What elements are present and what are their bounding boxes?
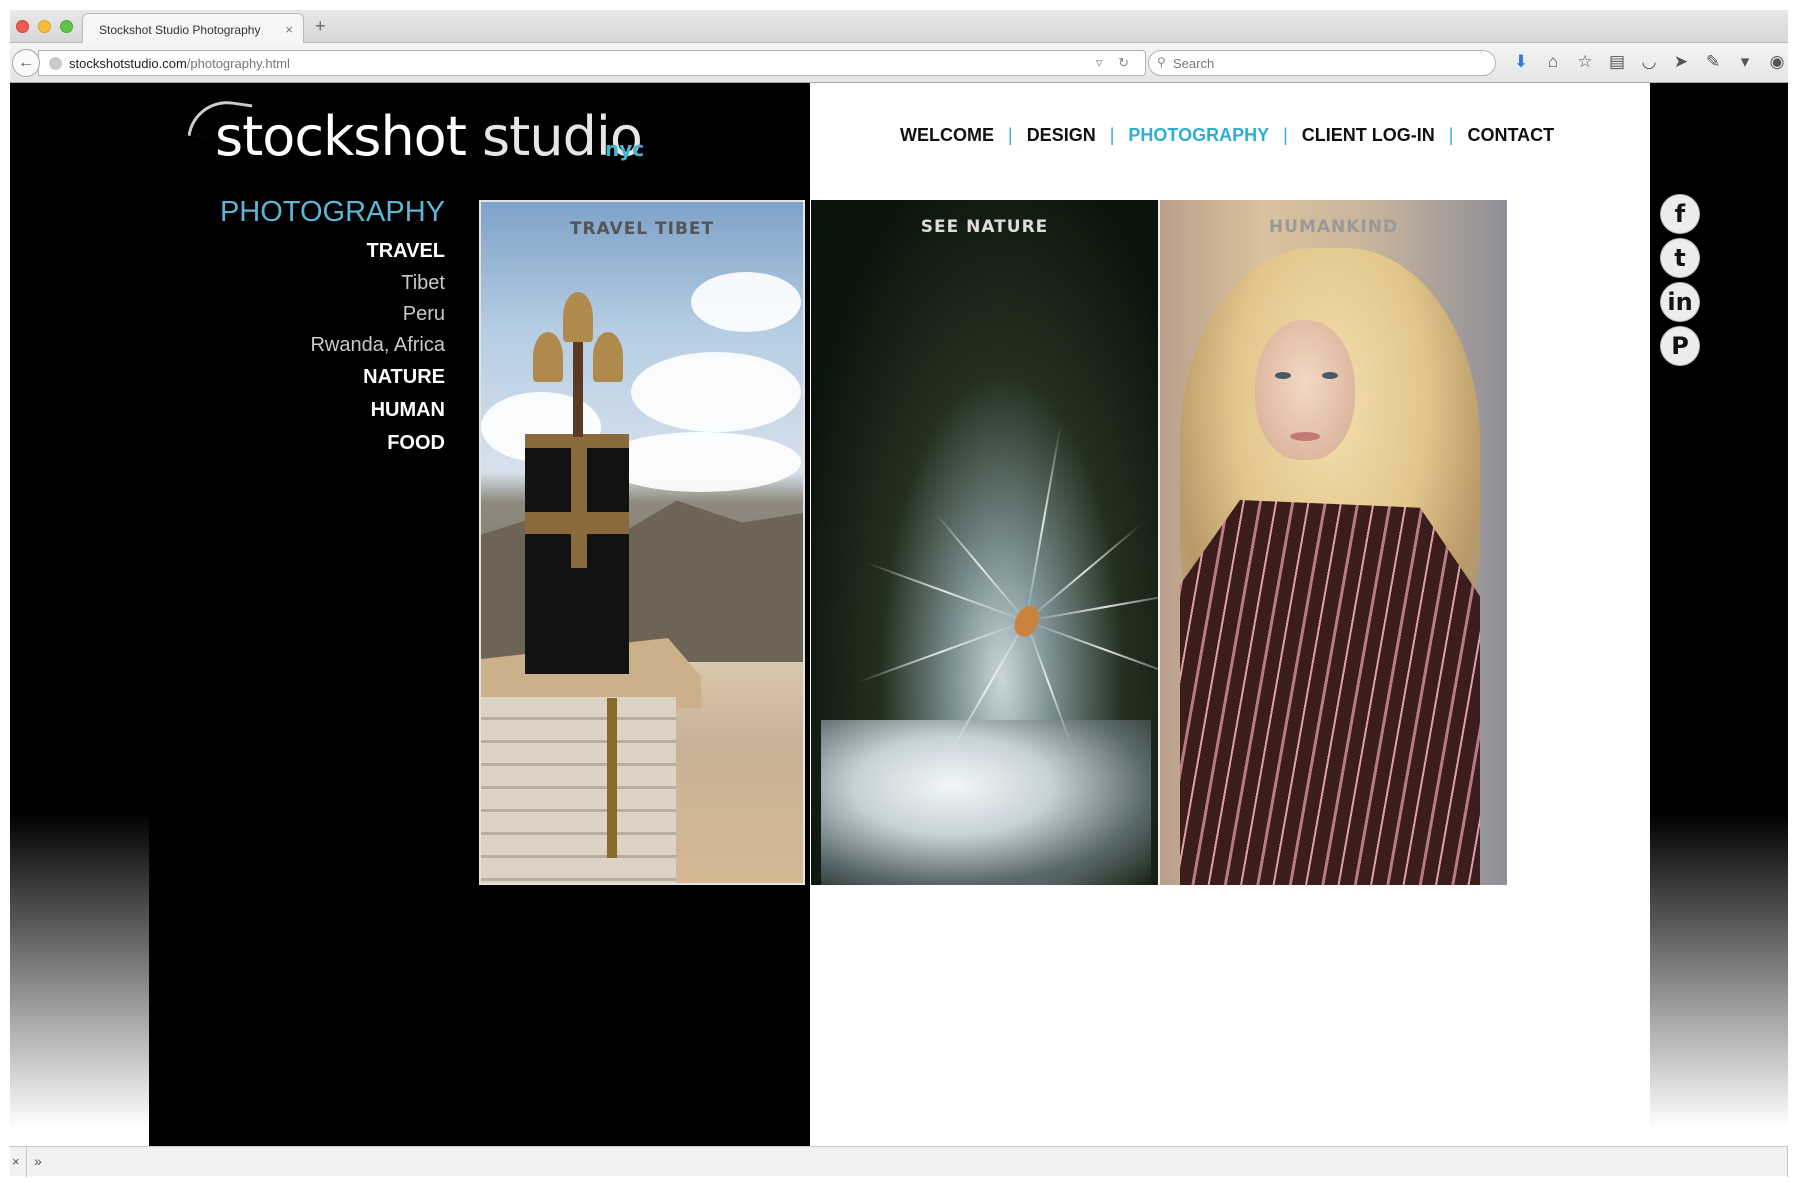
minimize-window-button[interactable] [38, 20, 51, 33]
banner-strap [571, 448, 587, 568]
pinterest-icon[interactable]: P [1661, 327, 1699, 365]
gallery-panel-nature[interactable]: SEE NATURE [811, 200, 1158, 885]
finial-leaf [593, 332, 623, 382]
gallery-label-nature: SEE NATURE [920, 217, 1049, 237]
web-page: stockshot studio nyc WELCOME | DESIGN | … [10, 83, 1788, 1146]
cloud [601, 432, 801, 492]
milkweed-fluff [821, 720, 1151, 885]
logo-stockshot: stockshot [215, 105, 467, 168]
new-tab-button[interactable]: + [315, 16, 326, 37]
extension-icon[interactable]: ✎ [1702, 52, 1724, 72]
sidebar-item-travel[interactable]: TRAVEL [220, 235, 445, 268]
logo-wordmark: stockshot studio [215, 110, 643, 164]
finial-leaf [563, 292, 593, 342]
browser-titlebar: Stockshot Studio Photography × + [10, 10, 1788, 44]
background-gradient-left [10, 83, 149, 1146]
linkedin-icon[interactable]: in [1661, 283, 1699, 321]
chevron-right-icon[interactable]: » [34, 1153, 42, 1169]
finial-leaf [533, 332, 563, 382]
seed-fiber [856, 620, 1027, 684]
url-bar[interactable]: stockshotstudio.com/photography.html ▿ ↻ [38, 50, 1146, 76]
main-nav: WELCOME | DESIGN | PHOTOGRAPHY | CLIENT … [900, 125, 1568, 146]
tab-close-icon[interactable]: × [285, 22, 293, 37]
reading-list-icon[interactable]: ▤ [1606, 52, 1628, 72]
portrait-striped-shirt [1180, 500, 1480, 885]
search-placeholder: Search [1173, 56, 1215, 71]
facebook-icon[interactable]: f [1661, 195, 1699, 233]
bookmark-star-icon[interactable]: ☆ [1574, 52, 1596, 72]
url-path: /photography.html [186, 56, 290, 71]
browser-toolbar: ⬇ ⌂ ☆ ▤ ◡ ➤ ✎ ▾ ◉ [1510, 52, 1788, 72]
gallery-panel-human[interactable]: HUMANKIND [1158, 200, 1507, 885]
sidebar-item-peru[interactable]: Peru [220, 299, 445, 330]
tab-title: Stockshot Studio Photography [99, 23, 261, 37]
site-identity-icon[interactable] [49, 57, 62, 70]
sidebar-heading: PHOTOGRAPHY [219, 196, 445, 228]
logo-nyc: nyc [605, 137, 645, 161]
sidebar-item-tibet[interactable]: Tibet [220, 268, 445, 299]
url-domain: stockshotstudio.com [69, 56, 187, 71]
home-icon[interactable]: ⌂ [1542, 52, 1564, 72]
nav-photography[interactable]: PHOTOGRAPHY [1114, 125, 1283, 146]
search-icon: ⚲ [1157, 55, 1166, 69]
portrait-lips [1290, 432, 1320, 441]
portrait-eye [1322, 372, 1338, 379]
chat-icon[interactable]: ◉ [1766, 52, 1788, 72]
back-button[interactable]: ← [12, 49, 40, 77]
back-arrow-icon: ← [18, 54, 34, 71]
cloud [691, 272, 801, 332]
nav-client-login[interactable]: CLIENT LOG-IN [1288, 125, 1449, 146]
sidebar-item-food[interactable]: FOOD [220, 427, 445, 460]
social-links: f t in P [1661, 195, 1699, 365]
nav-welcome[interactable]: WELCOME [900, 125, 1008, 146]
photography-sidebar: PHOTOGRAPHY TRAVEL Tibet Peru Rwanda, Af… [220, 196, 445, 460]
nav-contact[interactable]: CONTACT [1453, 125, 1568, 146]
pocket-icon[interactable]: ◡ [1638, 52, 1660, 72]
photo-gallery: TRAVEL TIBET SEE NATURE HUMANKIND [479, 200, 1507, 885]
site-logo[interactable]: stockshot studio nyc [187, 96, 650, 170]
reload-icon[interactable]: ▿ ↻ [1096, 55, 1135, 71]
sidebar-item-rwanda[interactable]: Rwanda, Africa [220, 330, 445, 361]
portrait-eye [1275, 372, 1291, 379]
sidebar-item-nature[interactable]: NATURE [220, 361, 445, 394]
close-window-button[interactable] [16, 20, 29, 33]
stone-wall [481, 697, 676, 883]
trident-finial [533, 292, 623, 442]
zoom-window-button[interactable] [60, 20, 73, 33]
gallery-panel-tibet[interactable]: TRAVEL TIBET [479, 200, 805, 885]
nav-design[interactable]: DESIGN [1013, 125, 1110, 146]
browser-tab[interactable]: Stockshot Studio Photography × [82, 13, 304, 44]
cloud [631, 352, 801, 432]
sidebar-item-human[interactable]: HUMAN [220, 394, 445, 427]
browser-navbar: stockshotstudio.com/photography.html ▿ ↻… [10, 43, 1788, 83]
menu-chevron-icon[interactable]: ▾ [1734, 52, 1756, 72]
twitter-icon[interactable]: t [1661, 239, 1699, 277]
seed-fiber [1025, 423, 1062, 622]
close-icon[interactable]: × [12, 1154, 20, 1169]
download-icon[interactable]: ⬇ [1510, 52, 1532, 72]
divider [1787, 1147, 1788, 1177]
search-input[interactable]: ⚲ Search [1148, 50, 1496, 76]
seed-fiber [1025, 592, 1158, 622]
gallery-label-human: HUMANKIND [1268, 217, 1399, 237]
send-icon[interactable]: ➤ [1670, 52, 1692, 72]
gallery-label-tibet: TRAVEL TIBET [569, 219, 715, 239]
browser-statusbar: × » [10, 1146, 1788, 1177]
divider [26, 1147, 27, 1177]
seed-fiber [1025, 523, 1142, 622]
wooden-post [607, 698, 617, 858]
